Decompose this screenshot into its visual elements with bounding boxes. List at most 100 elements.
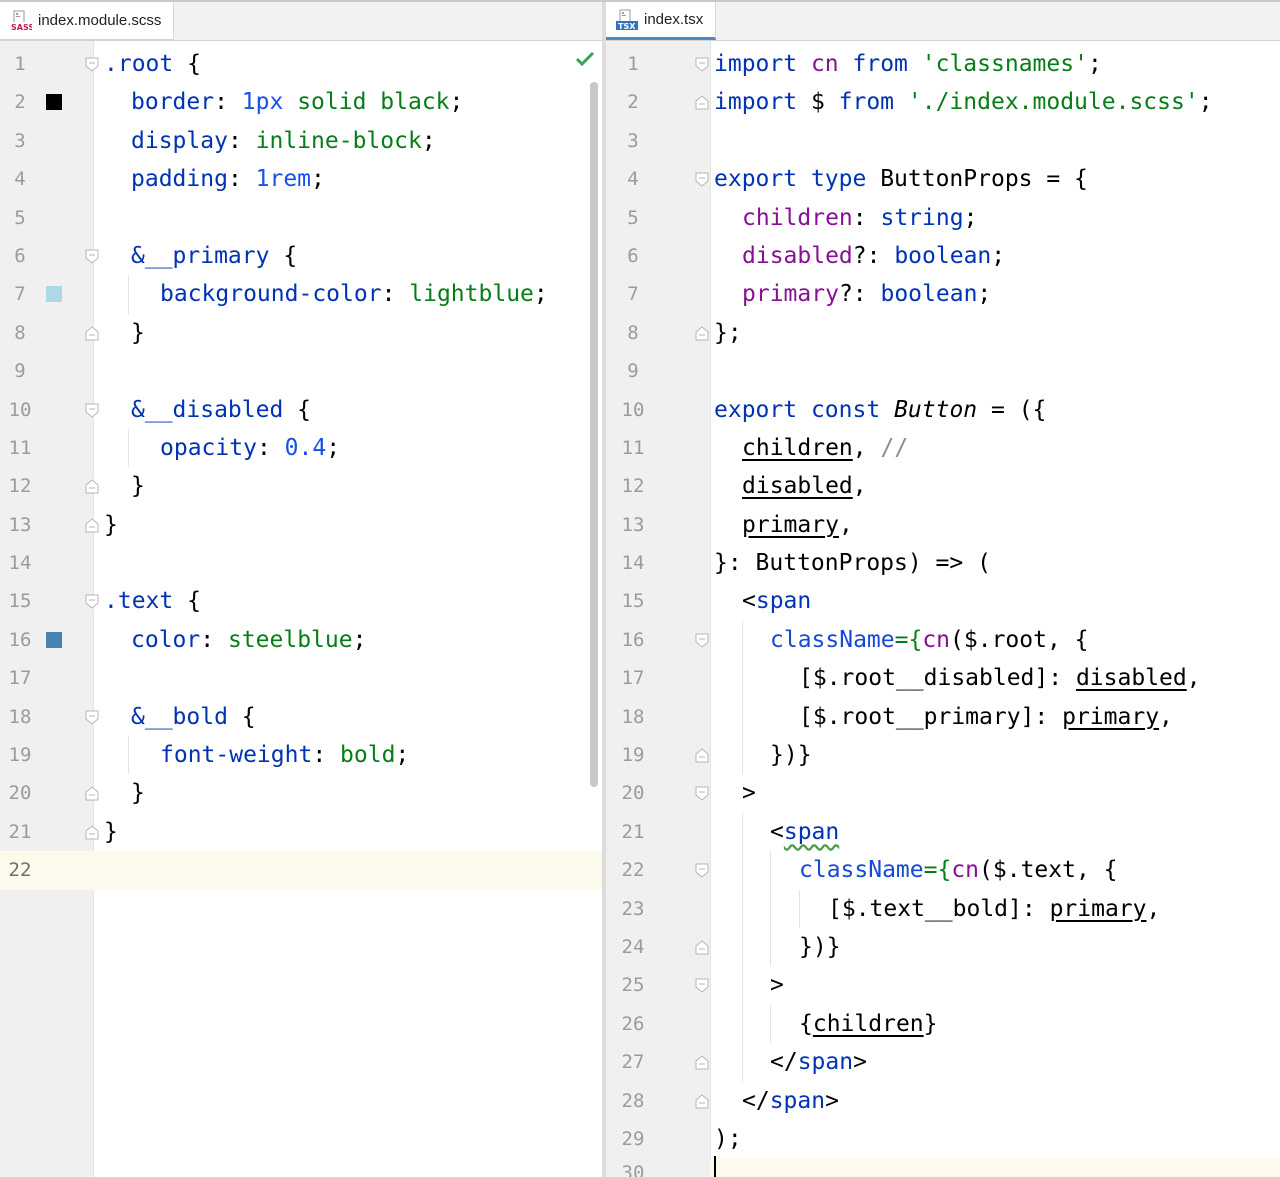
line-number: 9 <box>14 360 26 383</box>
indent-guide <box>742 1043 743 1082</box>
code-text: > <box>742 780 756 807</box>
code-line: 11 children, // <box>606 429 1280 467</box>
sass-icon-label: SASS <box>11 23 32 32</box>
fold-close-icon[interactable] <box>85 479 99 494</box>
code-line: 17 [$.root__disabled]: disabled, <box>606 659 1280 698</box>
code-line: 27 </span> <box>606 1043 1280 1082</box>
line-number: 4 <box>627 168 639 191</box>
parameter: primary <box>1062 703 1160 730</box>
keyword: from <box>838 89 895 116</box>
tsx-editor-pane[interactable]: TSX index.tsx 1 import cn from 'classnam… <box>606 2 1280 1177</box>
line-number: 2 <box>627 91 639 114</box>
line-number: 6 <box>14 244 26 267</box>
tsx-code-area[interactable]: 1 import cn from 'classnames'; 2 import … <box>606 45 1280 1158</box>
brace: { <box>173 588 201 615</box>
scss-code-area[interactable]: 1 .root { 2 border: 1px solid black; 3 d… <box>0 45 602 890</box>
scss-editor-pane[interactable]: SASS index.module.scss 1 .root { 2 borde… <box>0 2 602 1177</box>
fold-close-icon[interactable] <box>85 786 99 801</box>
indent-guide <box>128 428 129 468</box>
code-text: }: ButtonProps) => ( <box>714 550 991 577</box>
comment: // <box>880 434 909 461</box>
fold-close-icon[interactable] <box>695 326 709 341</box>
fold-close-icon[interactable] <box>85 326 99 341</box>
line-number: 21 <box>621 820 645 843</box>
fold-open-icon[interactable] <box>695 172 709 187</box>
fold-open-icon[interactable] <box>695 786 709 802</box>
color-swatch-black[interactable] <box>46 94 62 111</box>
vertical-scrollbar-thumb[interactable] <box>590 82 598 787</box>
code-line: 10 export const Button = ({ <box>606 391 1280 429</box>
fold-close-icon[interactable] <box>695 1055 709 1070</box>
line-number: 12 <box>621 475 645 498</box>
code-line: 20 > <box>606 774 1280 812</box>
fold-close-icon[interactable] <box>85 825 99 840</box>
no-problems-check-icon[interactable] <box>574 48 596 70</box>
fold-open-icon[interactable] <box>85 403 99 418</box>
fold-open-icon[interactable] <box>85 249 99 264</box>
text-caret <box>714 1156 716 1177</box>
line-number: 7 <box>14 283 26 306</box>
code-text: children, // <box>742 429 908 467</box>
code-text: } <box>104 818 118 845</box>
code-text: disabled?: boolean; <box>742 237 1005 275</box>
punct: ; <box>1198 89 1213 116</box>
code-line: 3 <box>606 122 1280 160</box>
jsx-tag: span <box>769 1087 826 1114</box>
selector: &__disabled <box>131 396 284 423</box>
tab-index-module-scss[interactable]: SASS index.module.scss <box>0 2 175 40</box>
fold-open-icon[interactable] <box>695 57 709 72</box>
brace: { <box>227 703 256 730</box>
code-line: 25 > <box>606 966 1280 1005</box>
fold-open-icon[interactable] <box>85 57 99 72</box>
code-text: disabled, <box>742 467 867 505</box>
fold-close-icon[interactable] <box>695 95 709 110</box>
brace: { <box>283 396 312 423</box>
code-text: children: string; <box>742 199 977 237</box>
fold-open-icon[interactable] <box>695 863 709 878</box>
code-line: 18 [$.root__primary]: primary, <box>606 697 1280 737</box>
property: border <box>131 89 215 116</box>
punct: ; <box>326 434 341 461</box>
line-number: 11 <box>8 436 32 459</box>
fold-close-icon[interactable] <box>85 518 99 533</box>
color-swatch-lightblue[interactable] <box>46 286 62 303</box>
line-number: 13 <box>8 513 32 536</box>
indent-guide <box>770 889 771 928</box>
fold-close-icon[interactable] <box>695 748 709 763</box>
punct: : <box>227 166 256 193</box>
line-number: 13 <box>621 513 645 536</box>
jsx-attribute: className <box>799 857 924 884</box>
type: string <box>880 204 964 231</box>
line-number: 28 <box>621 1089 645 1112</box>
color-swatch-steelblue[interactable] <box>46 631 62 648</box>
fold-open-icon[interactable] <box>695 978 709 994</box>
code-text: [$.text__bold]: primary, <box>828 890 1160 928</box>
code-text: })} <box>770 742 812 769</box>
punct: ={ <box>923 857 952 884</box>
fold-open-icon[interactable] <box>85 594 99 610</box>
code-text: } <box>104 511 118 538</box>
line-number: 19 <box>8 744 32 767</box>
keyword: import <box>714 89 798 116</box>
fold-close-icon[interactable] <box>695 940 709 955</box>
tab-index-tsx[interactable]: TSX index.tsx <box>606 2 717 40</box>
fold-close-icon[interactable] <box>695 1093 709 1109</box>
code-text: > <box>770 972 784 999</box>
punct: ; <box>1087 51 1102 77</box>
property: font-weight <box>160 742 313 769</box>
parameter: disabled <box>742 473 853 500</box>
code-line: 12 } <box>0 467 602 505</box>
code-line: 13 primary, <box>606 506 1280 544</box>
identifier: cn <box>810 51 839 77</box>
code-text: {children} <box>799 1005 938 1043</box>
keyword: export <box>714 396 798 423</box>
code-line: 22 className={cn($.text, { <box>606 851 1280 890</box>
fold-open-icon[interactable] <box>85 710 99 725</box>
tab-label: index.module.scss <box>38 12 162 29</box>
line-number: 5 <box>627 206 639 229</box>
line-number: 14 <box>8 552 32 575</box>
code-line: 7 primary?: boolean; <box>606 275 1280 313</box>
code-line: 8 } <box>0 314 602 352</box>
number-value: 0.4 <box>284 434 327 461</box>
fold-open-icon[interactable] <box>695 633 709 648</box>
